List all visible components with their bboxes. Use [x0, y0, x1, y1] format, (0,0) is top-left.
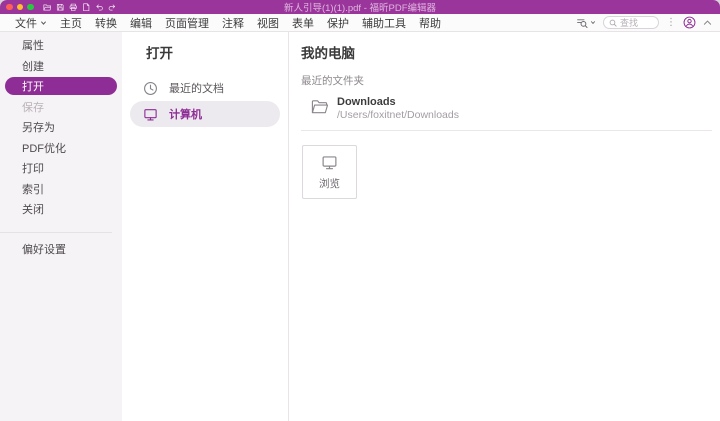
open-panel: 打开 最近的文档 计算机 — [122, 32, 289, 421]
app-window: 新人引导(1)(1).pdf - 福昕PDF编辑器 文件 主页 转换 编辑 页面… — [0, 0, 720, 421]
sidebar-item-label: 保存 — [22, 99, 44, 115]
find-replace-icon — [576, 17, 588, 29]
clock-icon — [143, 81, 158, 96]
browse-button-label: 浏览 — [319, 176, 340, 191]
file-view: 属性 创建 打开 保存 另存为 PDF优化 打印 索引 关闭 偏好设置 打开 最… — [0, 32, 720, 421]
menu-convert-label: 转换 — [95, 15, 117, 31]
menu-view[interactable]: 视图 — [257, 15, 279, 31]
menu-protect[interactable]: 保护 — [327, 15, 349, 31]
sidebar-item-open[interactable]: 打开 — [5, 77, 117, 95]
open-panel-title: 打开 — [146, 42, 288, 60]
menu-comment[interactable]: 注释 — [222, 15, 244, 31]
folder-path: /Users/foxitnet/Downloads — [337, 109, 459, 121]
undo-icon[interactable] — [95, 3, 104, 12]
sidebar-item-print[interactable]: 打印 — [0, 158, 122, 179]
folder-icon — [310, 98, 329, 115]
sidebar-item-label: 创建 — [22, 58, 44, 74]
user-icon — [683, 16, 696, 29]
more-options-icon[interactable]: ⋮ — [666, 18, 676, 28]
account-avatar[interactable] — [683, 16, 696, 29]
search-box[interactable] — [603, 16, 659, 29]
menu-page-organize-label: 页面管理 — [165, 15, 209, 31]
menu-help[interactable]: 帮助 — [419, 15, 441, 31]
sidebar-item-pdf-optimize[interactable]: PDF优化 — [0, 138, 122, 159]
menu-page-organize[interactable]: 页面管理 — [165, 15, 209, 31]
menu-accessibility[interactable]: 辅助工具 — [362, 15, 406, 31]
browse-button[interactable]: 浏览 — [302, 145, 357, 199]
file-sidebar: 属性 创建 打开 保存 另存为 PDF优化 打印 索引 关闭 偏好设置 — [0, 32, 122, 421]
sidebar-item-save-as[interactable]: 另存为 — [0, 117, 122, 138]
computer-panel: 我的电脑 最近的文件夹 Downloads /Users/foxitnet/Do… — [289, 32, 720, 421]
menu-form-label: 表单 — [292, 15, 314, 31]
sidebar-item-label: 索引 — [22, 181, 44, 197]
close-window-button[interactable] — [6, 4, 13, 11]
folder-name: Downloads — [337, 96, 459, 108]
open-item-label: 最近的文档 — [169, 80, 224, 96]
menu-file-label: 文件 — [15, 15, 37, 31]
menu-view-label: 视图 — [257, 15, 279, 31]
computer-icon — [321, 154, 338, 171]
save-icon[interactable] — [56, 3, 65, 12]
open-item-computer[interactable]: 计算机 — [130, 101, 280, 127]
recent-folders-label: 最近的文件夹 — [301, 73, 712, 88]
zoom-window-button[interactable] — [27, 4, 34, 11]
sidebar-item-label: 打印 — [22, 160, 44, 176]
sidebar-item-label: 偏好设置 — [22, 241, 66, 257]
sidebar-item-label: 属性 — [22, 37, 44, 53]
new-document-icon[interactable] — [82, 3, 91, 12]
open-file-icon[interactable] — [43, 3, 52, 12]
collapse-ribbon-button[interactable] — [703, 19, 712, 26]
sidebar-item-properties[interactable]: 属性 — [0, 35, 122, 56]
menu-protect-label: 保护 — [327, 15, 349, 31]
menu-file[interactable]: 文件 — [15, 15, 47, 31]
sidebar-divider — [0, 232, 112, 233]
sidebar-item-label: 另存为 — [22, 119, 55, 135]
menu-home-label: 主页 — [60, 15, 82, 31]
open-item-label: 计算机 — [169, 106, 202, 122]
find-replace-button[interactable] — [576, 17, 596, 29]
search-icon — [609, 19, 617, 27]
sidebar-item-label: 关闭 — [22, 201, 44, 217]
redo-icon[interactable] — [108, 3, 117, 12]
print-icon[interactable] — [69, 3, 78, 12]
chevron-up-icon — [703, 19, 712, 26]
traffic-lights — [6, 4, 34, 11]
sidebar-item-label: PDF优化 — [22, 140, 66, 156]
sidebar-item-save: 保存 — [0, 97, 122, 118]
computer-icon — [143, 107, 158, 122]
recent-folder-downloads[interactable]: Downloads /Users/foxitnet/Downloads — [301, 94, 712, 131]
computer-panel-title: 我的电脑 — [301, 42, 712, 60]
menubar: 文件 主页 转换 编辑 页面管理 注释 视图 表单 保护 辅助工具 帮助 ⋮ — [0, 14, 720, 32]
minimize-window-button[interactable] — [17, 4, 24, 11]
menu-accessibility-label: 辅助工具 — [362, 15, 406, 31]
chevron-down-icon — [590, 20, 596, 25]
menu-edit[interactable]: 编辑 — [130, 15, 152, 31]
menu-home[interactable]: 主页 — [60, 15, 82, 31]
sidebar-item-index[interactable]: 索引 — [0, 179, 122, 200]
titlebar: 新人引导(1)(1).pdf - 福昕PDF编辑器 — [0, 0, 720, 14]
menu-edit-label: 编辑 — [130, 15, 152, 31]
menu-comment-label: 注释 — [222, 15, 244, 31]
menu-form[interactable]: 表单 — [292, 15, 314, 31]
sidebar-item-create[interactable]: 创建 — [0, 56, 122, 77]
sidebar-item-label: 打开 — [22, 78, 44, 94]
menu-help-label: 帮助 — [419, 15, 441, 31]
chevron-down-icon — [40, 20, 47, 26]
search-input[interactable] — [620, 18, 653, 28]
menu-convert[interactable]: 转换 — [95, 15, 117, 31]
sidebar-item-preferences[interactable]: 偏好设置 — [0, 239, 122, 260]
sidebar-item-close[interactable]: 关闭 — [0, 199, 122, 220]
open-item-recent-documents[interactable]: 最近的文档 — [130, 75, 280, 101]
